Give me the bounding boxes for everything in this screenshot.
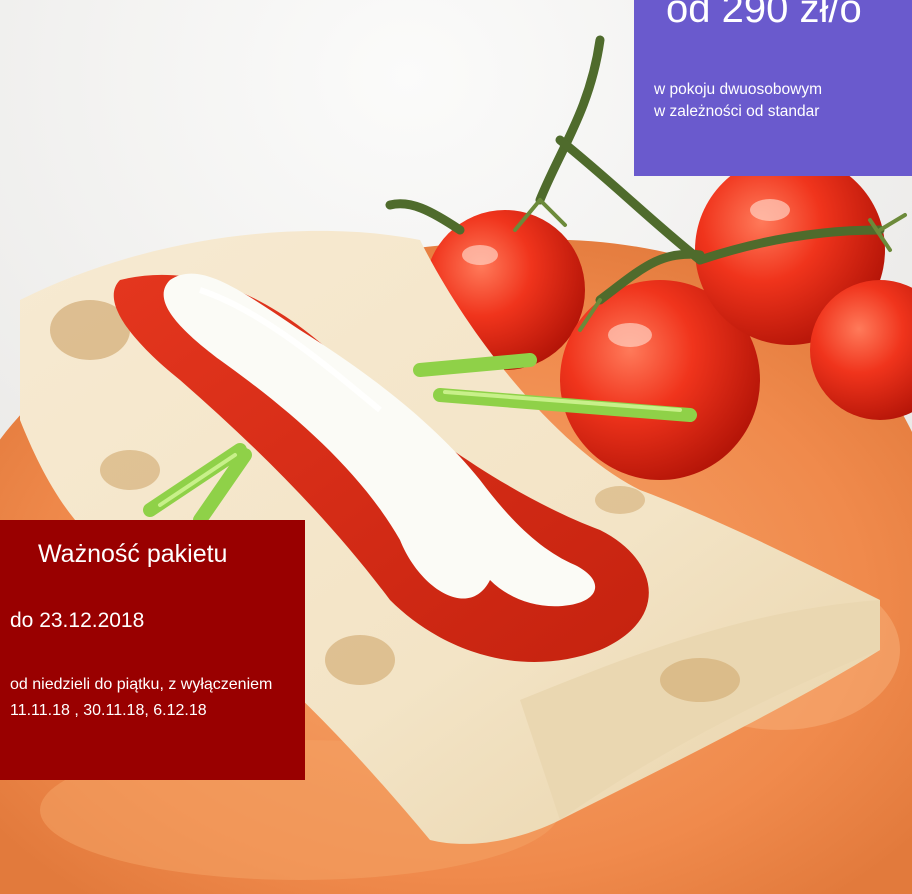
price-heading: od 290 zł/o: [666, 0, 862, 31]
price-info-box: od 290 zł/o w pokoju dwuosobowym w zależ…: [634, 0, 912, 176]
package-validity-box: Ważność pakietu do 23.12.2018 od niedzie…: [0, 520, 305, 780]
validity-heading: Ważność pakietu: [38, 540, 228, 568]
validity-date: do 23.12.2018: [10, 609, 145, 632]
validity-exclusions-note: od niedzieli do piątku, z wyłączeniem 11…: [10, 676, 273, 719]
price-room-note: w pokoju dwuosobowym: [654, 81, 823, 98]
price-standard-note: w zależności od standar: [654, 103, 820, 120]
